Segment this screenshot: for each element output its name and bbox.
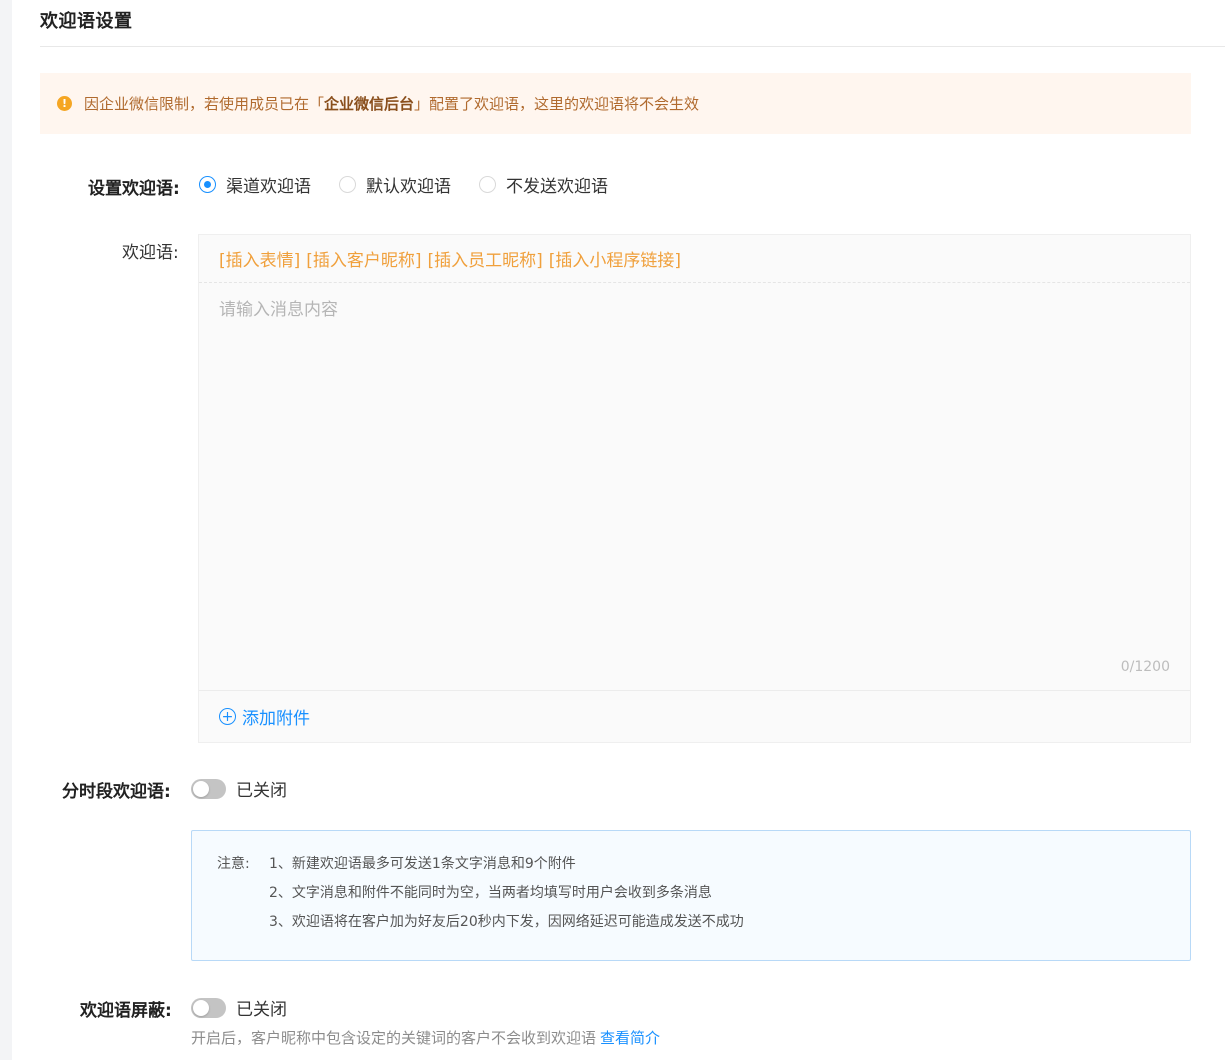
warning-icon: ! bbox=[57, 96, 72, 111]
page-title: 欢迎语设置 bbox=[40, 11, 133, 32]
timed-welcome-row: 已关闭 bbox=[191, 776, 287, 801]
note-prefix: 注意: bbox=[217, 856, 250, 872]
radio-unchecked-icon[interactable] bbox=[479, 176, 496, 193]
radio-no-welcome[interactable]: 不发送欢迎语 bbox=[479, 172, 608, 197]
plus-circle-icon: + bbox=[219, 708, 236, 725]
add-attachment-label: 添加附件 bbox=[242, 709, 310, 729]
radio-label: 默认欢迎语 bbox=[366, 177, 451, 197]
radio-channel-welcome[interactable]: 渠道欢迎语 bbox=[199, 172, 311, 197]
notes-box: 注意: 1、新建欢迎语最多可发送1条文字消息和9个附件 2、文字消息和附件不能同时… bbox=[191, 830, 1191, 961]
radio-default-welcome[interactable]: 默认欢迎语 bbox=[339, 172, 451, 197]
timed-welcome-label: 分时段欢迎语: bbox=[62, 782, 171, 802]
note-item: 3、欢迎语将在客户加为好友后20秒内下发，因网络延迟可能造成发送不成功 bbox=[269, 914, 744, 930]
alert-highlight: 企业微信后台 bbox=[324, 95, 415, 113]
left-sidebar-strip bbox=[0, 0, 12, 1060]
radio-label: 渠道欢迎语 bbox=[226, 177, 311, 197]
view-intro-link[interactable]: 查看简介 bbox=[600, 1029, 660, 1047]
radio-checked-icon[interactable] bbox=[199, 176, 216, 193]
insert-miniprogram-link-button[interactable]: [插入小程序链接] bbox=[549, 246, 681, 271]
message-label: 欢迎语: bbox=[122, 243, 179, 263]
insert-customer-nickname-button[interactable]: [插入客户昵称] bbox=[306, 246, 421, 271]
insert-emoji-button[interactable]: [插入表情] bbox=[219, 246, 300, 271]
welcome-type-radio-group: 渠道欢迎语 默认欢迎语 不发送欢迎语 bbox=[199, 172, 636, 197]
editor-footer: + 添加附件 bbox=[199, 690, 1190, 742]
title-divider bbox=[40, 46, 1225, 47]
note-item: 2、文字消息和附件不能同时为空，当两者均填写时用户会收到多条消息 bbox=[269, 885, 712, 901]
welcome-block-status: 已关闭 bbox=[236, 1000, 287, 1020]
editor-toolbar: [插入表情] [插入客户昵称] [插入员工昵称] [插入小程序链接] bbox=[199, 235, 1190, 283]
timed-welcome-status: 已关闭 bbox=[236, 781, 287, 801]
welcome-block-label: 欢迎语屏蔽: bbox=[80, 1001, 172, 1021]
welcome-block-toggle[interactable] bbox=[191, 997, 226, 1018]
welcome-type-label: 设置欢迎语: bbox=[88, 179, 180, 199]
warning-alert: ! 因企业微信限制，若使用成员已在「企业微信后台」配置了欢迎语，这里的欢迎语将不… bbox=[40, 73, 1191, 134]
radio-unchecked-icon[interactable] bbox=[339, 176, 356, 193]
note-item: 注意: 1、新建欢迎语最多可发送1条文字消息和9个附件 bbox=[217, 853, 1165, 882]
radio-label: 不发送欢迎语 bbox=[506, 177, 608, 197]
timed-welcome-toggle[interactable] bbox=[191, 778, 226, 799]
alert-text: 因企业微信限制，若使用成员已在「企业微信后台」配置了欢迎语，这里的欢迎语将不会生… bbox=[84, 95, 700, 113]
char-count: 0/1200 bbox=[1120, 659, 1170, 675]
insert-staff-nickname-button[interactable]: [插入员工昵称] bbox=[428, 246, 543, 271]
welcome-block-hint: 开启后，客户昵称中包含设定的关键词的客户不会收到欢迎语 查看简介 bbox=[191, 1029, 661, 1047]
message-textarea[interactable] bbox=[199, 283, 1190, 690]
message-editor: [插入表情] [插入客户昵称] [插入员工昵称] [插入小程序链接] 0/120… bbox=[198, 234, 1191, 743]
welcome-block-row: 已关闭 bbox=[191, 995, 287, 1020]
add-attachment-button[interactable]: + 添加附件 bbox=[219, 704, 310, 729]
